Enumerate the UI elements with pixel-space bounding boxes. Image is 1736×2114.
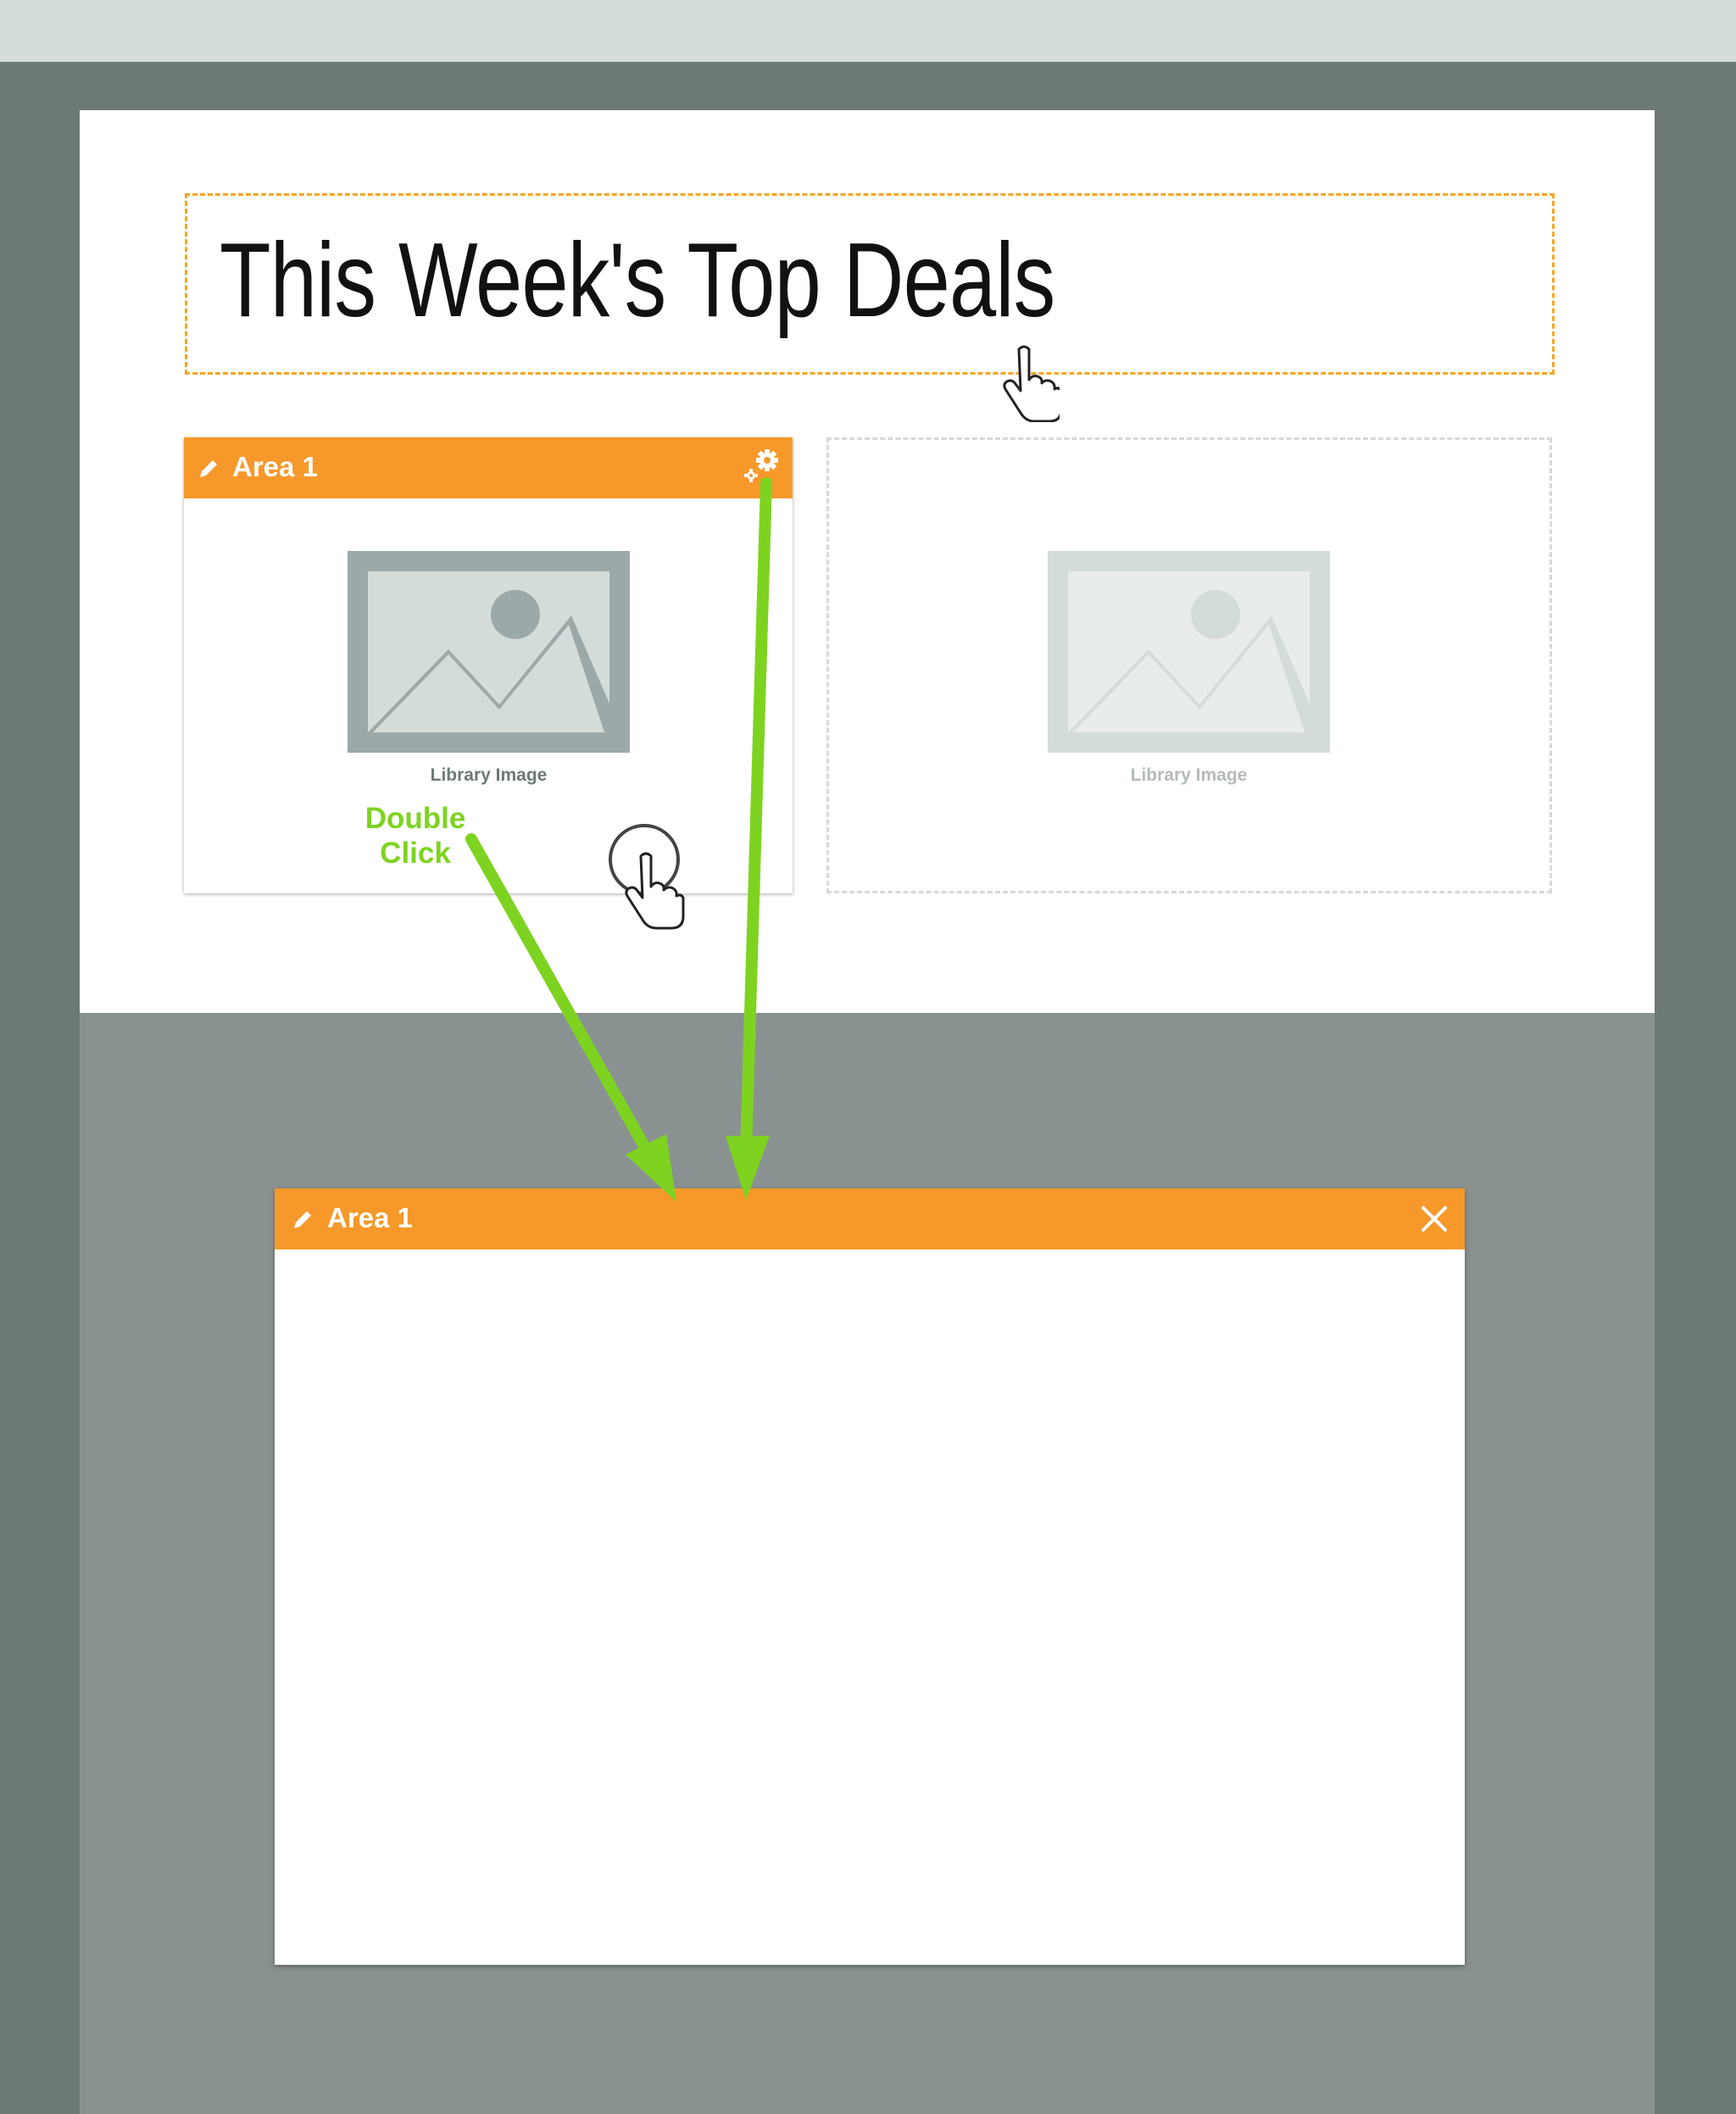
library-image-placeholder-icon[interactable] bbox=[348, 551, 630, 753]
double-click-annotation: Double Click bbox=[364, 802, 466, 870]
pencil-icon[interactable] bbox=[198, 458, 220, 480]
top-toolbar-strip bbox=[0, 0, 1736, 62]
pencil-icon[interactable] bbox=[292, 1209, 314, 1231]
area-1-dialog: Area 1 bbox=[275, 1188, 1465, 1965]
dialog-body bbox=[275, 1249, 1465, 1965]
library-image-caption: Library Image bbox=[1130, 765, 1248, 785]
page-headline: This Week's Top Deals bbox=[220, 222, 1055, 339]
library-image-caption: Library Image bbox=[430, 765, 548, 785]
area-1-dialog-header: Area 1 bbox=[275, 1188, 1465, 1249]
double-click-hand-cursor-icon bbox=[609, 824, 685, 930]
empty-area-slot[interactable]: Library Image bbox=[826, 437, 1552, 893]
close-icon[interactable] bbox=[1419, 1204, 1449, 1234]
gear-icon[interactable] bbox=[742, 448, 781, 485]
library-image-placeholder-icon[interactable] bbox=[1048, 551, 1330, 753]
headline-editable-region[interactable]: This Week's Top Deals bbox=[185, 193, 1555, 375]
area-1-dialog-title: Area 1 bbox=[327, 1202, 413, 1233]
hand-pointer-cursor-icon bbox=[1003, 345, 1060, 422]
area-1-panel-header: Area 1 bbox=[184, 437, 793, 498]
area-1-panel-title: Area 1 bbox=[232, 451, 318, 482]
